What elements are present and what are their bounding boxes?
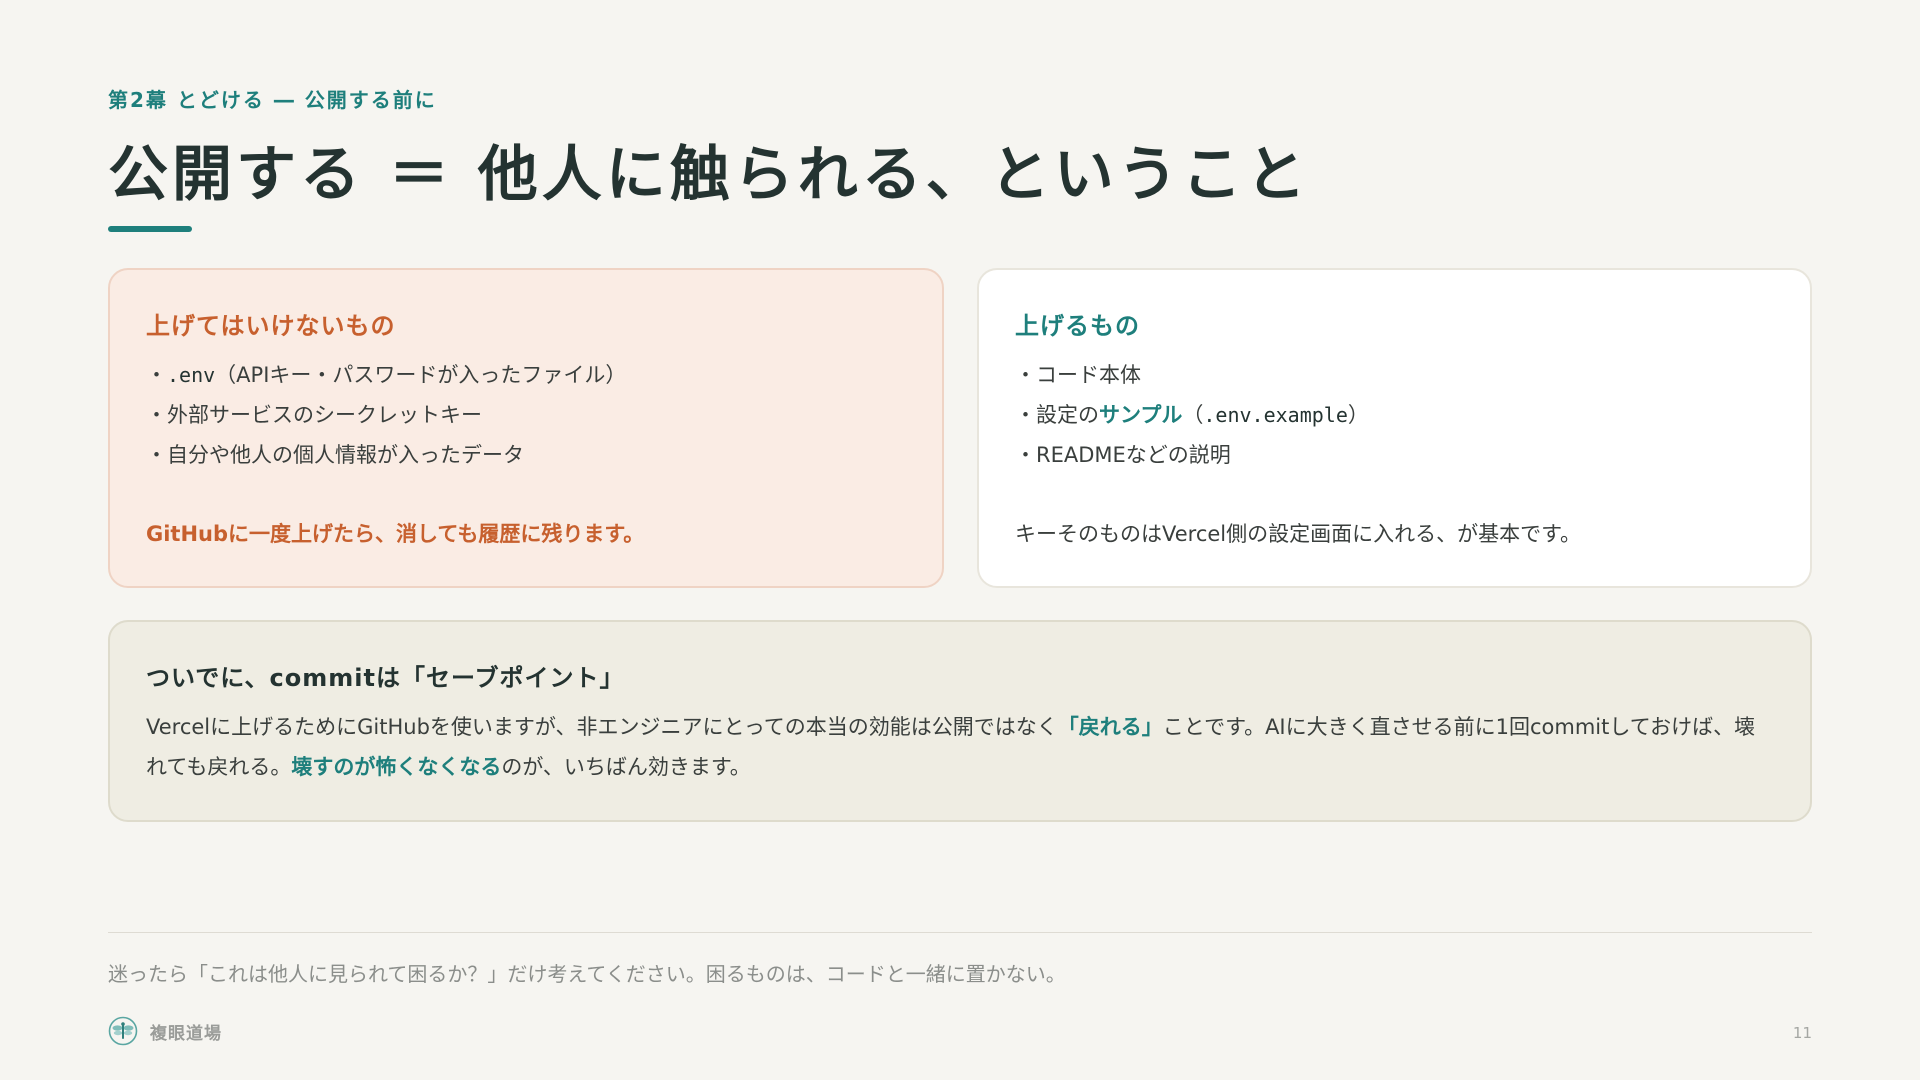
do-not-upload-card: 上げてはいけないもの ・.env（APIキー・パスワードが入ったファイル） ・外…	[108, 268, 944, 588]
slide: 第2幕 とどける ― 公開する前に 公開する ＝ 他人に触られる、ということ 上…	[0, 0, 1920, 1080]
brand: 複眼道場	[108, 1016, 222, 1046]
env-filename: .env	[167, 363, 216, 387]
list-item-text: 設定の	[1036, 403, 1099, 427]
bullet: ・	[146, 363, 167, 387]
list-item-text: （APIキー・パスワードが入ったファイル）	[215, 363, 627, 387]
section-eyebrow: 第2幕 とどける ― 公開する前に	[108, 88, 437, 112]
dragonfly-icon	[108, 1016, 138, 1046]
vercel-key-note: キーそのものはVercel側の設定画面に入れる、が基本です。	[1015, 522, 1582, 546]
env-example-filename: .env.example	[1203, 403, 1348, 427]
brand-name: 複眼道場	[150, 1023, 222, 1044]
bullet: ・	[1015, 363, 1036, 387]
paren-close: ）	[1347, 403, 1369, 427]
note-text: のが、いちばん効きます。	[501, 755, 751, 779]
page-title: 公開する ＝ 他人に触られる、ということ	[108, 140, 1310, 210]
commit-note-body: Vercelに上げるためにGitHubを使いますが、非エンジニアにとっての本当の…	[146, 707, 1774, 787]
upload-list: ・コード本体 ・設定のサンプル（.env.example） ・READMEなどの…	[1015, 355, 1774, 475]
commit-note-card: ついでに、commitは「セーブポイント」 Vercelに上げるためにGitHu…	[108, 620, 1812, 822]
list-item: ・.env（APIキー・パスワードが入ったファイル）	[146, 355, 906, 395]
upload-heading: 上げるもの	[1015, 312, 1140, 340]
title-underline	[108, 226, 192, 232]
list-item: ・READMEなどの説明	[1015, 435, 1774, 475]
page-number: 11	[1792, 1024, 1812, 1042]
can-go-back-highlight: 「戻れる」	[1057, 715, 1163, 739]
not-afraid-highlight: 壊すのが怖くなくなる	[291, 755, 502, 779]
footer-divider	[108, 932, 1812, 933]
list-item-text: 自分や他人の個人情報が入ったデータ	[167, 443, 524, 467]
bullet: ・	[1015, 443, 1036, 467]
list-item-text: コード本体	[1036, 363, 1141, 387]
footer-hint: 迷ったら「これは他人に見られて困るか？」だけ考えてください。困るものは、コードと…	[108, 962, 1066, 986]
upload-card: 上げるもの ・コード本体 ・設定のサンプル（.env.example） ・REA…	[977, 268, 1812, 588]
paren-open: （	[1182, 403, 1204, 427]
list-item: ・外部サービスのシークレットキー	[146, 395, 906, 435]
list-item-text: READMEなどの説明	[1036, 443, 1231, 467]
sample-highlight: サンプル	[1099, 403, 1183, 427]
note-text: Vercelに上げるためにGitHubを使いますが、非エンジニアにとっての本当の…	[146, 715, 1058, 739]
bullet: ・	[146, 403, 167, 427]
bullet: ・	[1015, 403, 1036, 427]
list-item-text: 外部サービスのシークレットキー	[167, 403, 482, 427]
list-item: ・自分や他人の個人情報が入ったデータ	[146, 435, 906, 475]
list-item: ・コード本体	[1015, 355, 1774, 395]
do-not-upload-list: ・.env（APIキー・パスワードが入ったファイル） ・外部サービスのシークレッ…	[146, 355, 906, 475]
list-item: ・設定のサンプル（.env.example）	[1015, 395, 1774, 435]
history-warning: GitHubに一度上げたら、消しても履歴に残ります。	[146, 522, 645, 546]
do-not-upload-heading: 上げてはいけないもの	[146, 312, 396, 340]
bullet: ・	[146, 443, 167, 467]
commit-note-heading: ついでに、commitは「セーブポイント」	[146, 664, 625, 692]
